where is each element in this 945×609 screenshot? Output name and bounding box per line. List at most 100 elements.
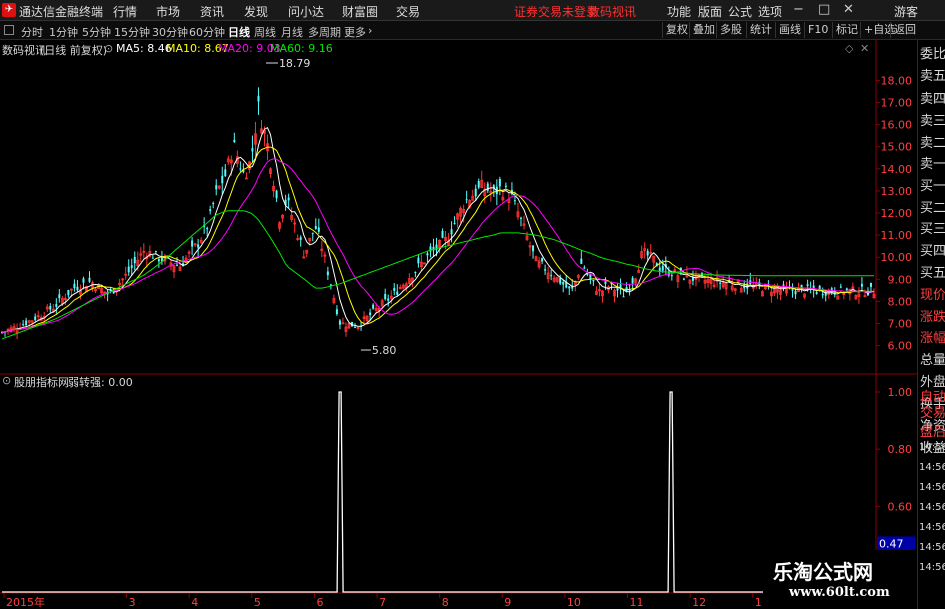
date-tick-label: 3 xyxy=(129,596,136,609)
trade-time: 14:56 xyxy=(919,502,945,513)
candle-body xyxy=(839,286,842,288)
indicator-value: 弱转强: 0.00 xyxy=(68,376,133,389)
watermark-title: 乐淘公式网 xyxy=(773,560,873,584)
close-icon[interactable]: ✕ xyxy=(843,2,854,17)
candle xyxy=(423,262,426,265)
period-monthly[interactable]: 月线 xyxy=(281,24,303,40)
candle-body xyxy=(88,277,91,282)
menu-quotes[interactable]: 行情 xyxy=(113,3,137,20)
adjust-button[interactable]: 复权 xyxy=(662,22,691,38)
candle-body xyxy=(513,200,516,202)
period-60min[interactable]: 60分钟 xyxy=(189,24,225,40)
menu-market[interactable]: 市场 xyxy=(156,3,180,20)
settings-icon[interactable]: ⊙ xyxy=(104,42,113,55)
high-price-label: 18.79 xyxy=(279,57,311,70)
menu-function[interactable]: 功能 xyxy=(667,3,691,20)
candle-body xyxy=(860,283,863,287)
f10-button[interactable]: F10 xyxy=(804,22,831,38)
candle-body xyxy=(76,286,79,291)
close-panel-icon[interactable]: ✕ xyxy=(860,42,869,55)
candle-body xyxy=(498,178,501,187)
candle-body xyxy=(519,217,522,219)
candle-body xyxy=(441,230,444,238)
menu-options[interactable]: 选项 xyxy=(758,3,782,20)
overlay-button[interactable]: 叠加 xyxy=(689,22,718,38)
menu-wealth[interactable]: 财富圈 xyxy=(342,3,378,20)
sidebar-label: 卖一 xyxy=(920,157,945,172)
candle-body xyxy=(719,282,722,284)
kline-chart[interactable]: 18.0017.0016.0015.0014.0013.0012.0011.00… xyxy=(0,40,917,609)
menu-ask[interactable]: 问小达 xyxy=(288,3,324,20)
multi-stock-button[interactable]: 多股 xyxy=(716,22,745,38)
date-tick-label: 10 xyxy=(567,596,581,609)
period-15min[interactable]: 15分钟 xyxy=(114,24,150,40)
candle-body xyxy=(58,294,61,299)
indicator-current-value: 0.47 xyxy=(879,537,904,550)
candle-body xyxy=(532,245,535,252)
candle-body xyxy=(176,264,179,266)
candle-body xyxy=(49,306,52,310)
mark-button[interactable]: 标记 xyxy=(832,22,861,38)
date-tick-label: 8 xyxy=(442,596,449,609)
sidebar-label: 卖五 xyxy=(920,69,945,84)
current-stock-name: 数码视讯 xyxy=(588,5,637,19)
app-title: 通达信金融终端 xyxy=(19,5,104,19)
sidebar-label: 委比 xyxy=(920,47,945,62)
candle-body xyxy=(559,278,562,284)
candle-body xyxy=(221,175,224,184)
watermark: 乐淘公式网 www.60lt.com xyxy=(763,550,917,609)
candle-body xyxy=(815,292,818,294)
price-tick-label: 10.00 xyxy=(881,251,913,264)
period-30min[interactable]: 30分钟 xyxy=(152,24,188,40)
price-tick-label: 7.00 xyxy=(888,317,913,330)
diamond-icon[interactable]: ◇ xyxy=(845,42,853,55)
period-weekly[interactable]: 周线 xyxy=(254,24,276,40)
period-tick[interactable]: 分时 xyxy=(21,24,43,40)
candle-body xyxy=(806,284,809,287)
login-notice[interactable]: 证券交易未登录 xyxy=(514,3,598,20)
sidebar-label: 现价 xyxy=(920,288,945,303)
candle-body xyxy=(82,278,85,283)
back-button[interactable]: 返回 xyxy=(890,22,919,38)
draw-button[interactable]: 画线 xyxy=(775,22,804,38)
date-tick-label: 2015年 xyxy=(6,595,45,609)
candle-body xyxy=(800,284,803,288)
menu-formula[interactable]: 公式 xyxy=(728,3,752,20)
maximize-icon[interactable]: □ xyxy=(818,2,830,17)
minimize-icon[interactable]: − xyxy=(793,2,804,17)
candle-body xyxy=(782,284,785,286)
menu-layout[interactable]: 版面 xyxy=(698,3,722,20)
period-more[interactable]: 更多 xyxy=(344,24,366,40)
date-tick-label: 11 xyxy=(630,596,644,609)
chevron-right-icon[interactable]: › xyxy=(368,24,372,37)
candle-body xyxy=(25,320,28,326)
menu-news[interactable]: 资讯 xyxy=(200,3,224,20)
candle-body xyxy=(562,281,565,285)
candle-body xyxy=(22,324,25,326)
candle-body xyxy=(544,269,547,271)
candle-body xyxy=(794,290,797,295)
statistics-button[interactable]: 统计 xyxy=(746,22,775,38)
user-label[interactable]: 游客 xyxy=(894,3,918,20)
sidebar-label: 买五 xyxy=(920,266,945,281)
period-multi[interactable]: 多周期 xyxy=(308,24,341,40)
candle-body xyxy=(465,199,468,201)
sidebar-label: 交易 xyxy=(920,406,945,421)
price-tick-label: 16.00 xyxy=(881,119,913,132)
candle-body xyxy=(326,271,329,276)
price-tick-label: 15.00 xyxy=(881,141,913,154)
period-daily[interactable]: 日线 xyxy=(228,24,250,40)
toolbar-toggle-icon[interactable] xyxy=(4,25,14,35)
menu-trade[interactable]: 交易 xyxy=(396,3,420,20)
date-tick-label: 7 xyxy=(379,596,386,609)
period-5min[interactable]: 5分钟 xyxy=(82,24,111,40)
candle-body xyxy=(414,271,417,273)
sidebar-label: 卖二 xyxy=(920,136,945,151)
price-tick-label: 11.00 xyxy=(881,229,913,242)
candle-body xyxy=(34,316,37,321)
menu-discover[interactable]: 发现 xyxy=(244,3,268,20)
price-tick-label: 12.00 xyxy=(881,207,913,220)
period-1min[interactable]: 1分钟 xyxy=(49,24,78,40)
indicator-settings-icon[interactable]: ⊙ xyxy=(2,374,11,387)
candle-body xyxy=(335,309,338,315)
